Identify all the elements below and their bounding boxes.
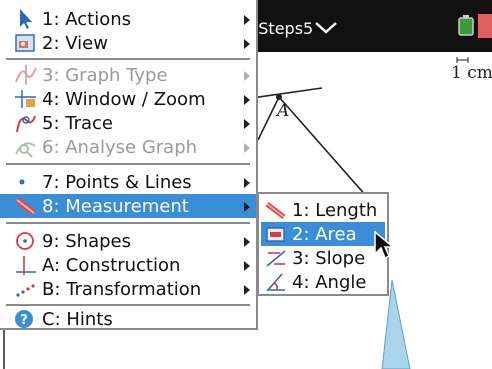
menu-item-label: 7: Points & Lines [42,171,192,193]
measurement-icon [15,197,36,216]
graph-type-icon [15,65,37,85]
analyse-graph-icon [15,142,36,158]
menu-item-label: 9: Shapes [42,230,131,252]
scale-label: 1 cm [451,63,492,83]
menu-divider [6,304,250,306]
area-icon [266,227,285,242]
menu-item-label: 5: Trace [42,112,113,134]
submenu-arrow-icon [244,119,250,129]
submenu-arrow-icon [244,261,250,271]
submenu-arrow-icon [244,202,250,212]
menu-divider [6,163,250,165]
menu-item-construction[interactable]: A: Construction [0,253,256,277]
menu-item-trace[interactable]: 5: Trace [0,111,256,135]
main-menu: 1: Actions 2: View 3: Graph Type 4: Wind… [0,0,258,330]
point-a[interactable] [276,94,282,100]
submenu-arrow-icon [244,71,250,81]
menu-item-shapes[interactable]: 9: Shapes [0,229,256,253]
points-lines-icon [19,179,25,185]
trace-icon [16,115,36,133]
submenu-item-label: 3: Slope [292,247,366,269]
menu-item-label: C: Hints [42,308,113,330]
menu-item-label: 8: Measurement [42,195,189,217]
submenu-item-slope[interactable]: 3: Slope [261,246,385,270]
menu-item-graph-type: 3: Graph Type [0,63,256,87]
submenu-arrow-icon [244,39,250,49]
menu-item-label: 4: Window / Zoom [42,88,206,110]
menu-item-actions[interactable]: 1: Actions [0,7,256,31]
transformation-icon [16,284,35,297]
svg-text:?: ? [20,313,28,328]
menu-item-label: A: Construction [42,254,181,276]
submenu-item-angle[interactable]: 4: Angle [261,270,385,294]
segment-line [251,87,323,99]
submenu-item-label: 2: Area [292,223,357,245]
point-a-label: A [277,101,290,121]
hints-icon: ? [15,310,33,328]
mouse-pointer-icon [374,230,395,260]
menu-item-label: 1: Actions [42,8,131,30]
length-icon [265,202,286,219]
submenu-item-label: 1: Length [292,199,378,221]
menu-item-analyse-graph: 6: Analyse Graph [0,135,256,159]
submenu-arrow-icon [244,285,250,295]
submenu-arrow-icon [244,15,250,25]
window-zoom-icon [15,90,36,108]
menu-item-transformation[interactable]: B: Transformation [0,277,256,301]
menu-item-label: 3: Graph Type [42,64,168,86]
segment-line [257,96,280,141]
menu-item-label: B: Transformation [42,278,202,300]
menu-item-label: 2: View [42,32,108,54]
menu-item-window-zoom[interactable]: 4: Window / Zoom [0,87,256,111]
menu-item-points-lines[interactable]: 7: Points & Lines [0,170,256,194]
menu-item-label: 6: Analyse Graph [42,136,198,158]
submenu-arrow-icon [244,178,250,188]
menu-item-hints[interactable]: ? C: Hints [0,307,256,331]
submenu-item-label: 4: Angle [292,271,367,293]
submenu-arrow-icon [244,143,250,153]
shapes-icon [16,232,34,250]
menu-item-view[interactable]: 2: View [0,31,256,55]
view-icon [15,34,35,52]
submenu-arrow-icon [244,237,250,247]
menu-divider [6,222,250,224]
submenu-arrow-icon [244,95,250,105]
slope-icon [266,250,286,267]
pointer-arrow-icon [20,9,32,29]
construction-icon [16,256,36,275]
submenu-item-area[interactable]: 2: Area [261,222,385,246]
measurement-submenu: 1: Length 2: Area 3: Slope 4: Angle [257,192,389,296]
angle-icon [266,273,285,291]
menu-divider [6,58,250,60]
submenu-item-length[interactable]: 1: Length [261,198,385,222]
menu-item-measurement[interactable]: 8: Measurement [0,194,256,218]
